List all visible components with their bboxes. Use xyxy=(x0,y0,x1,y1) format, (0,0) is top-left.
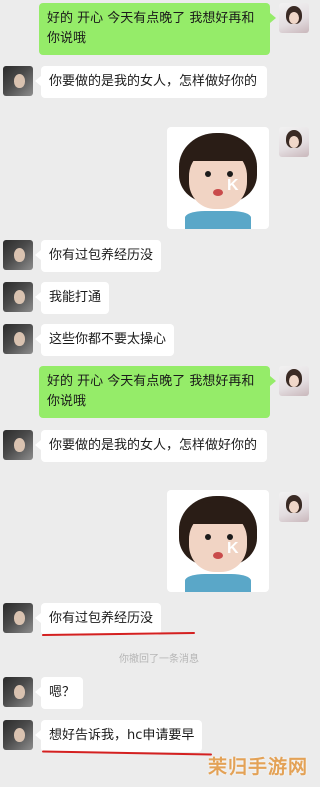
avatar[interactable] xyxy=(279,127,309,157)
chat-bubble-received[interactable]: 你有过包养经历没 xyxy=(34,240,162,272)
recall-notice: 你撤回了一条消息 xyxy=(119,654,199,665)
avatar[interactable] xyxy=(279,366,309,396)
avatar[interactable] xyxy=(3,66,33,96)
sticker-image[interactable]: K xyxy=(167,127,269,229)
chat-bubble-received[interactable]: 你要做的是我的女人，怎样做好你的 xyxy=(35,430,267,462)
chat-bubble-received[interactable]: 这些你都不要太操心 xyxy=(34,324,175,356)
message-text: 你有过包养经历没 xyxy=(49,248,154,263)
avatar[interactable] xyxy=(3,282,33,312)
chat-bubble-received[interactable]: 你要做的是我的女人，怎样做好你的 xyxy=(35,66,267,98)
message-text: 好的 开心 今天有点晚了 我想好再和你说哦 xyxy=(47,11,255,46)
message-text: 想好告诉我，hc申请要早 xyxy=(49,728,195,743)
chat-bubble-received[interactable]: 想好告诉我，hc申请要早 xyxy=(34,720,203,752)
chat-bubble-sent[interactable]: 好的 开心 今天有点晚了 我想好再和你说哦 xyxy=(39,366,276,418)
message-text: 嗯？ xyxy=(49,685,76,700)
sticker-image[interactable]: K xyxy=(167,490,269,592)
avatar[interactable] xyxy=(3,720,33,750)
avatar[interactable] xyxy=(279,3,309,33)
avatar[interactable] xyxy=(3,240,33,270)
chat-bubble-received[interactable]: 我能打通 xyxy=(34,282,110,314)
message-text: 你要做的是我的女人，怎样做好你的 xyxy=(49,438,258,453)
avatar[interactable] xyxy=(279,492,309,522)
site-watermark: 茉归手游网 xyxy=(208,756,309,778)
message-text: 你要做的是我的女人，怎样做好你的 xyxy=(49,74,258,89)
message-text: 好的 开心 今天有点晚了 我想好再和你说哦 xyxy=(47,374,255,409)
message-text: 我能打通 xyxy=(49,290,102,305)
chat-bubble-received[interactable]: 你有过包养经历没 xyxy=(34,603,162,635)
avatar[interactable] xyxy=(3,677,33,707)
message-text: 这些你都不要太操心 xyxy=(49,332,167,347)
avatar[interactable] xyxy=(3,430,33,460)
avatar[interactable] xyxy=(3,603,33,633)
sticker-caption: K xyxy=(227,540,239,557)
chat-bubble-sent[interactable]: 好的 开心 今天有点晚了 我想好再和你说哦 xyxy=(39,3,276,55)
chat-bubble-received[interactable]: 嗯？ xyxy=(34,677,84,709)
sticker-caption: K xyxy=(227,177,239,194)
avatar[interactable] xyxy=(3,324,33,354)
message-text: 你有过包养经历没 xyxy=(49,611,154,626)
